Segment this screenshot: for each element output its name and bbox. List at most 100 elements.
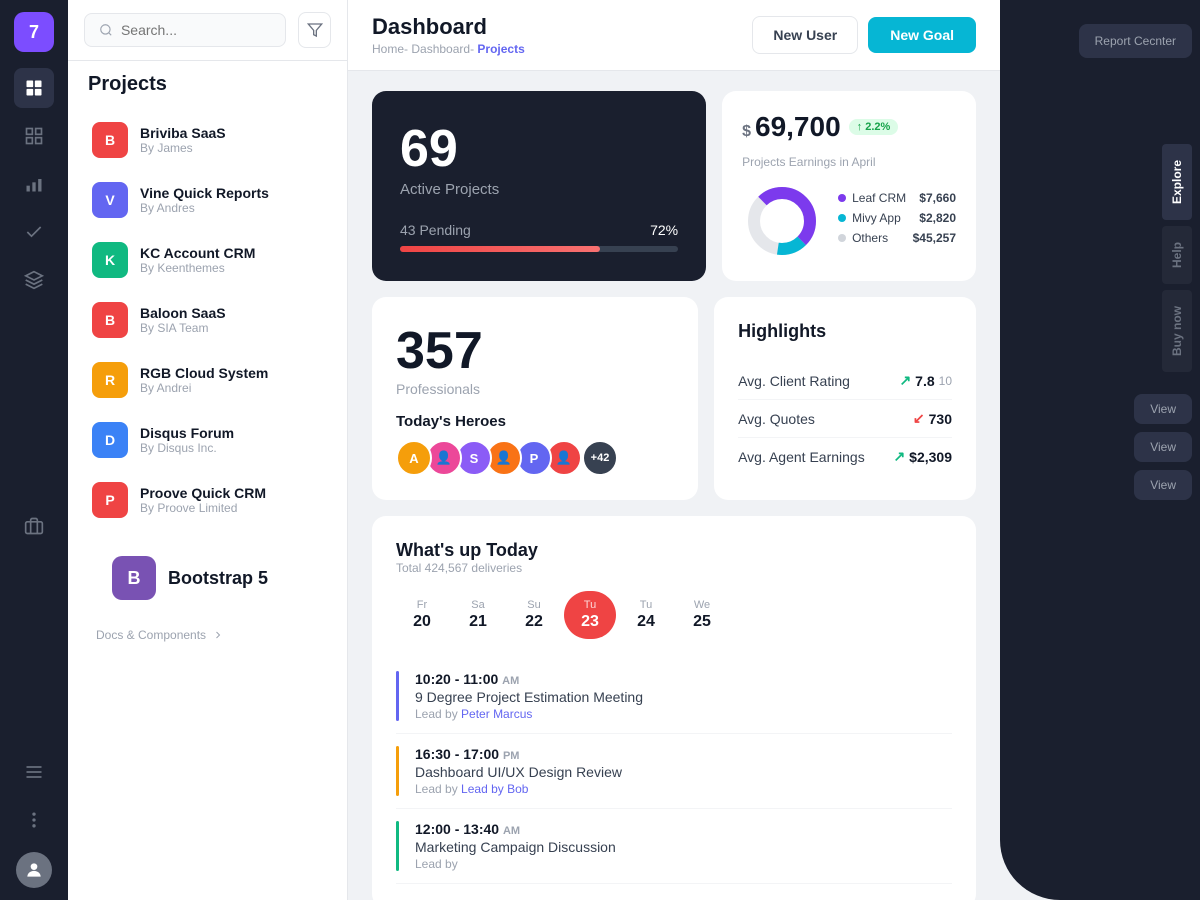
legend-value: $7,660 — [919, 191, 956, 205]
sidebar-item-check[interactable] — [14, 212, 54, 252]
highlight-value: ↗ 7.8 10 — [899, 372, 952, 389]
docs-link[interactable]: Docs & Components — [84, 628, 331, 650]
project-icon: B — [92, 302, 128, 338]
earnings-badge: ↑ 2.2% — [849, 119, 899, 135]
highlights-title: Highlights — [738, 321, 952, 342]
calendar-day[interactable]: Tu 23 — [564, 591, 616, 639]
right-tabs: Explore Help Buy now — [1154, 126, 1200, 390]
event-lead: Lead by Peter Marcus — [415, 707, 643, 721]
whatsup-title: What's up Today — [396, 540, 952, 561]
main-content: Dashboard Home- Dashboard- Projects New … — [348, 0, 1000, 900]
calendar-day[interactable]: Fr 20 — [396, 591, 448, 639]
right-tab[interactable]: Explore — [1162, 144, 1192, 220]
professionals-card: 357 Professionals Today's Heroes A👤S👤P👤+… — [372, 297, 698, 500]
project-info: Disqus Forum By Disqus Inc. — [140, 425, 323, 455]
view-button-2[interactable]: View — [1134, 432, 1192, 462]
project-info: Vine Quick Reports By Andres — [140, 185, 323, 215]
breadcrumb-home: Home- — [372, 42, 408, 56]
sidebar-item-dots[interactable] — [14, 800, 54, 840]
event-item: 10:20 - 11:00 AM 9 Degree Project Estima… — [396, 659, 952, 734]
second-row: 357 Professionals Today's Heroes A👤S👤P👤+… — [372, 297, 976, 500]
project-icon: B — [92, 122, 128, 158]
event-time: 10:20 - 11:00 AM — [415, 671, 643, 687]
calendar-day[interactable]: Sa 21 — [452, 591, 504, 639]
bootstrap-card: B Bootstrap 5 — [96, 540, 319, 616]
sidebar-item-briefcase[interactable] — [14, 506, 54, 546]
project-info: Proove Quick CRM By Proove Limited — [140, 485, 323, 515]
day-number: 23 — [581, 613, 599, 631]
event-name: 9 Degree Project Estimation Meeting — [415, 689, 643, 705]
sidebar-item-grid[interactable] — [14, 116, 54, 156]
project-list-item[interactable]: P Proove Quick CRM By Proove Limited — [84, 472, 331, 528]
calendar-day[interactable]: We 25 — [676, 591, 728, 639]
new-user-button[interactable]: New User — [752, 16, 858, 54]
project-list-item[interactable]: R RGB Cloud System By Andrei — [84, 352, 331, 408]
topbar — [68, 0, 347, 61]
event-lead-link[interactable]: Lead by Bob — [461, 782, 528, 796]
highlight-value: ↙ 730 — [913, 410, 952, 427]
event-bar — [396, 746, 399, 796]
user-profile-avatar[interactable] — [16, 852, 52, 888]
event-details: 12:00 - 13:40 AM Marketing Campaign Disc… — [415, 821, 616, 871]
search-box[interactable] — [84, 13, 286, 47]
event-item: 12:00 - 13:40 AM Marketing Campaign Disc… — [396, 809, 952, 884]
professionals-number: 357 — [396, 321, 674, 381]
sidebar-item-bars[interactable] — [14, 164, 54, 204]
new-goal-button[interactable]: New Goal — [868, 17, 976, 53]
project-by: By SIA Team — [140, 321, 323, 335]
legend-dot — [838, 234, 846, 242]
view-button-3[interactable]: View — [1134, 470, 1192, 500]
project-list-item[interactable]: D Disqus Forum By Disqus Inc. — [84, 412, 331, 468]
right-tab[interactable]: Help — [1162, 226, 1192, 284]
event-details: 16:30 - 17:00 PM Dashboard UI/UX Design … — [415, 746, 622, 796]
project-list-item[interactable]: K KC Account CRM By Keenthemes — [84, 232, 331, 288]
day-name: Tu — [640, 599, 652, 611]
day-name: We — [694, 599, 710, 611]
breadcrumb: Home- Dashboard- Projects — [372, 42, 525, 56]
report-center-button[interactable]: Report Cecnter — [1079, 24, 1192, 58]
breadcrumb-dashboard: Dashboard- — [411, 42, 474, 56]
sidebar-item-dashboard[interactable] — [14, 68, 54, 108]
legend-dot — [838, 214, 846, 222]
day-number: 20 — [413, 613, 431, 631]
project-by: By Andres — [140, 201, 323, 215]
highlight-name: Avg. Agent Earnings — [738, 449, 865, 465]
earnings-header: $ 69,700 ↑ 2.2% — [742, 111, 956, 143]
event-name: Dashboard UI/UX Design Review — [415, 764, 622, 780]
pending-row: 43 Pending 72% — [400, 222, 678, 238]
project-list-item[interactable]: V Vine Quick Reports By Andres — [84, 172, 331, 228]
project-list-item[interactable]: B Baloon SaaS By SIA Team — [84, 292, 331, 348]
event-bar — [396, 671, 399, 721]
event-ampm: AM — [503, 825, 520, 837]
search-input[interactable] — [121, 22, 271, 38]
active-projects-number: 69 — [400, 119, 678, 179]
header-left: Dashboard Home- Dashboard- Projects — [372, 14, 525, 56]
highlights-list: Avg. Client Rating ↗ 7.8 10 Avg. Quotes … — [738, 362, 952, 475]
event-bar — [396, 821, 399, 871]
project-info: RGB Cloud System By Andrei — [140, 365, 323, 395]
legend-name: Leaf CRM — [852, 191, 906, 205]
projects-panel: Projects B Briviba SaaS By James V Vine … — [68, 0, 348, 900]
project-list-item[interactable]: B Briviba SaaS By James — [84, 112, 331, 168]
right-panel-content: Report Cecnter Explore Help Buy now View V… — [1000, 0, 1200, 504]
right-panel: Report Cecnter Explore Help Buy now View V… — [1000, 0, 1200, 900]
right-tab[interactable]: Buy now — [1162, 290, 1192, 372]
calendar-day[interactable]: Tu 24 — [620, 591, 672, 639]
legend-item: Leaf CRM $7,660 — [838, 191, 956, 205]
bootstrap-icon: B — [112, 556, 156, 600]
calendar-day[interactable]: Su 22 — [508, 591, 560, 639]
active-projects-label: Active Projects — [400, 181, 678, 198]
projects-title: Projects — [84, 73, 331, 96]
sidebar-item-list[interactable] — [14, 752, 54, 792]
progress-bar — [400, 246, 678, 252]
professionals-label: Professionals — [396, 381, 674, 397]
highlight-value: ↗ $2,309 — [893, 448, 952, 465]
filter-button[interactable] — [298, 12, 331, 48]
project-info: Baloon SaaS By SIA Team — [140, 305, 323, 335]
project-info: KC Account CRM By Keenthemes — [140, 245, 323, 275]
breadcrumb-active: Projects — [477, 42, 524, 56]
sidebar-item-layers[interactable] — [14, 260, 54, 300]
event-lead-link[interactable]: Peter Marcus — [461, 707, 532, 721]
project-by: By Keenthemes — [140, 261, 323, 275]
view-button-1[interactable]: View — [1134, 394, 1192, 424]
